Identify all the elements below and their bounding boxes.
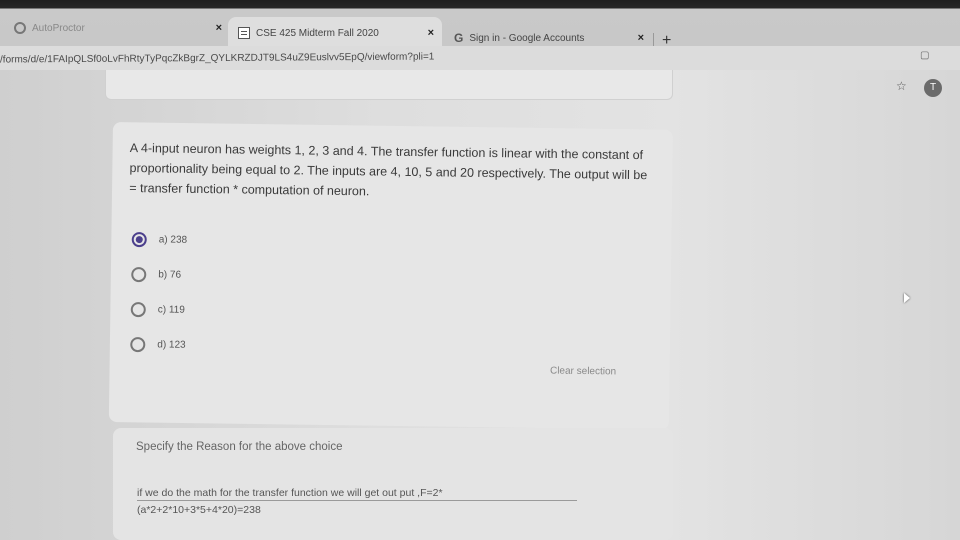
close-tab-icon[interactable]: × [428, 27, 434, 39]
option-label: b) 76 [158, 269, 182, 281]
radio-button-checked[interactable] [131, 231, 147, 248]
option-d[interactable]: d) 123 [130, 327, 186, 363]
close-tab-icon[interactable]: × [638, 32, 644, 44]
option-b[interactable]: b) 76 [131, 257, 187, 293]
answer-options: a) 238 b) 76 c) 119 d) 123 [130, 222, 187, 363]
window-restore-icon[interactable]: ▢ [920, 50, 929, 61]
answer-underline [137, 500, 577, 501]
forms-icon [238, 27, 250, 39]
tab-title: AutoProctor [32, 22, 85, 34]
google-icon: G [454, 31, 464, 45]
tab-autoproctor[interactable]: AutoProctor × [4, 12, 230, 44]
tab-title: CSE 425 Midterm Fall 2020 [256, 27, 379, 39]
bookmark-star-icon[interactable]: ☆ [896, 79, 907, 93]
question-text: A 4-input neuron has weights 1, 2, 3 and… [129, 140, 648, 199]
profile-avatar[interactable]: T [924, 79, 942, 97]
tab-divider [653, 33, 654, 47]
mouse-cursor-icon [904, 293, 910, 303]
close-tab-icon[interactable]: × [216, 22, 222, 34]
tab-strip: AutoProctor × CSE 425 Midterm Fall 2020 … [0, 0, 960, 49]
radio-button[interactable] [130, 301, 146, 318]
previous-question-card [105, 70, 673, 100]
reason-label: Specify the Reason for the above choice [136, 441, 343, 453]
option-c[interactable]: c) 119 [130, 292, 187, 328]
option-label: c) 119 [157, 304, 185, 316]
tab-title: Sign in - Google Accounts [469, 32, 585, 44]
option-label: a) 238 [158, 234, 188, 246]
option-label: d) 123 [157, 339, 186, 351]
option-a[interactable]: a) 238 [131, 222, 188, 258]
reason-answer-field[interactable]: if we do the math for the transfer funct… [137, 485, 557, 519]
answer-line: (a*2+2*10+3*5+4*20)=238 [137, 504, 261, 516]
tab-cse425-midterm[interactable]: CSE 425 Midterm Fall 2020 × [228, 17, 442, 49]
radio-button[interactable] [130, 336, 146, 353]
radio-button[interactable] [131, 266, 147, 283]
clear-selection-button[interactable]: Clear selection [550, 366, 616, 378]
proctor-icon [14, 22, 26, 34]
